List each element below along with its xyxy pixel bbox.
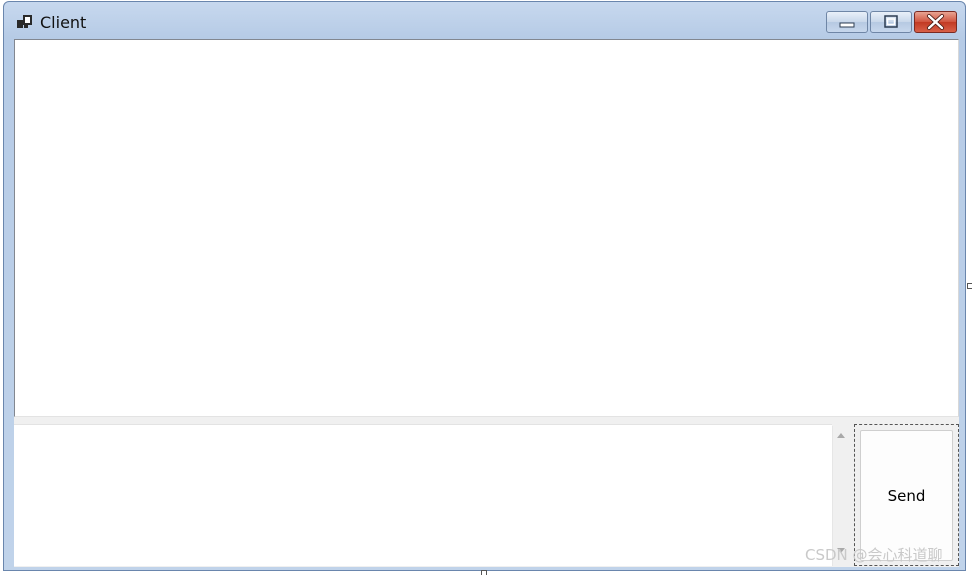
close-icon xyxy=(927,14,944,30)
minimize-button[interactable] xyxy=(826,11,868,33)
send-button[interactable]: Send xyxy=(860,430,953,561)
scroll-up-arrow-icon[interactable] xyxy=(836,431,846,439)
client-area: Send xyxy=(14,39,959,567)
watermark-text: CSDN @会心科道聊 xyxy=(805,546,943,564)
input-scrollbar[interactable] xyxy=(832,426,849,566)
window-title: Client xyxy=(40,13,87,32)
minimize-icon xyxy=(839,22,855,28)
maximize-icon xyxy=(884,15,898,28)
resize-handle-right[interactable] xyxy=(967,283,972,289)
app-form-icon xyxy=(17,14,33,30)
resize-handle-bottom[interactable] xyxy=(481,570,487,575)
message-display-textbox[interactable] xyxy=(14,39,959,417)
client-window: Client Send xyxy=(3,1,966,571)
message-input-textbox[interactable] xyxy=(14,424,832,566)
close-button[interactable] xyxy=(914,11,957,33)
title-bar[interactable]: Client xyxy=(4,2,965,38)
maximize-button[interactable] xyxy=(870,11,912,33)
